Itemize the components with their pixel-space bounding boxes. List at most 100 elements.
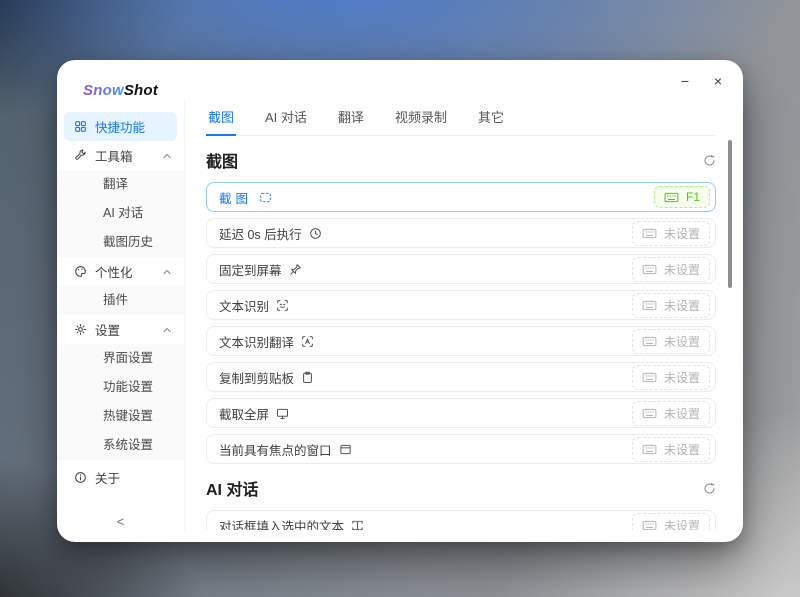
sidebar-item-quick-actions[interactable]: 快捷功能	[64, 112, 177, 141]
clock-icon	[309, 227, 322, 240]
refresh-icon[interactable]	[703, 154, 716, 167]
hotkey-row-fill-selected-text[interactable]: 对话框填入选中的文本 未设置	[206, 510, 716, 530]
sidebar-item-translate[interactable]: 翻译	[57, 170, 184, 199]
hotkey-badge-label: 未设置	[664, 297, 700, 314]
sidebar-item-personalize[interactable]: 个性化	[57, 257, 184, 286]
pin-icon	[289, 263, 302, 276]
app-logo: SnowShot	[57, 80, 184, 112]
tab-screenshot[interactable]: 截图	[206, 100, 236, 136]
minimize-button[interactable]: −	[677, 73, 693, 89]
tab-screen-record[interactable]: 视频录制	[393, 100, 449, 135]
hotkey-badge-label: 未设置	[664, 369, 700, 386]
hotkey-badge[interactable]: 未设置	[632, 401, 710, 426]
hotkey-badge-label: 未设置	[664, 405, 700, 422]
refresh-icon[interactable]	[703, 482, 716, 495]
hotkey-badge-label: 未设置	[664, 441, 700, 458]
hotkey-row-label: 文本识别翻译	[219, 332, 294, 351]
sidebar: SnowShot 快捷功能 工具箱 翻译 AI 对话 截图历史	[57, 60, 184, 542]
tab-ai-chat[interactable]: AI 对话	[263, 100, 309, 135]
hotkey-badge[interactable]: 未设置	[632, 293, 710, 318]
sidebar-collapse-button[interactable]: <	[57, 514, 184, 529]
keyboard-icon	[642, 336, 657, 347]
tab-other[interactable]: 其它	[476, 100, 506, 135]
hotkey-badge-label: 未设置	[664, 225, 700, 242]
monitor-icon	[276, 407, 289, 420]
sidebar-item-label: 快捷功能	[95, 117, 145, 136]
sidebar-item-label: 设置	[95, 320, 120, 339]
gear-icon	[74, 323, 87, 336]
hotkey-badge-label: 未设置	[664, 517, 700, 531]
keyboard-icon	[642, 408, 657, 419]
sidebar-item-label: 关于	[95, 468, 120, 487]
main-content: 截图 AI 对话 翻译 视频录制 其它 截图 截图	[184, 100, 743, 530]
app-window: − × SnowShot 快捷功能 工具箱 翻译 AI 对话 截图历史	[57, 60, 743, 542]
hotkey-row-label: 延迟 0s 后执行	[219, 224, 302, 243]
sidebar-item-ui-settings[interactable]: 界面设置	[57, 344, 184, 373]
toolbox-submenu: 翻译 AI 对话 截图历史	[57, 170, 184, 257]
close-button[interactable]: ×	[710, 73, 726, 89]
settings-submenu: 界面设置 功能设置 热键设置 系统设置	[57, 344, 184, 460]
sidebar-item-function-settings[interactable]: 功能设置	[57, 373, 184, 402]
window-icon	[339, 443, 352, 456]
theme-icon	[74, 265, 87, 278]
hotkey-badge[interactable]: 未设置	[632, 329, 710, 354]
hotkey-row-ocr-translate[interactable]: 文本识别翻译 未设置	[206, 326, 716, 356]
screenshot-icon	[259, 191, 272, 204]
hotkey-badge[interactable]: 未设置	[632, 365, 710, 390]
hotkey-row-delay[interactable]: 延迟 0s 后执行 未设置	[206, 218, 716, 248]
text-select-icon	[351, 519, 364, 531]
ocr-scan-icon	[276, 299, 289, 312]
hotkey-row-label: 截图	[219, 188, 252, 207]
chevron-up-icon[interactable]	[162, 325, 172, 335]
hotkey-badge[interactable]: 未设置	[632, 257, 710, 282]
window-controls: − ×	[677, 73, 726, 89]
section-title: 截图	[206, 148, 238, 172]
ocr-translate-icon	[301, 335, 314, 348]
keyboard-icon	[642, 444, 657, 455]
sidebar-item-label: 工具箱	[95, 146, 133, 165]
hotkey-row-pin-to-screen[interactable]: 固定到屏幕 未设置	[206, 254, 716, 284]
section-title: AI 对话	[206, 476, 258, 500]
logo-text-shot: Shot	[124, 82, 158, 99]
hotkey-badge-label: F1	[686, 190, 700, 204]
hotkey-row-focused-window[interactable]: 当前具有焦点的窗口 未设置	[206, 434, 716, 464]
scrollbar-thumb[interactable]	[728, 140, 732, 288]
clipboard-icon	[301, 371, 314, 384]
hotkey-row-label: 截取全屏	[219, 404, 269, 423]
hotkey-row-label: 固定到屏幕	[219, 260, 282, 279]
sidebar-item-toolbox[interactable]: 工具箱	[57, 141, 184, 170]
sidebar-item-plugins[interactable]: 插件	[57, 286, 184, 315]
hotkey-badge-label: 未设置	[664, 333, 700, 350]
hotkey-badge[interactable]: 未设置	[632, 221, 710, 246]
info-icon	[74, 471, 87, 484]
apps-icon	[74, 120, 87, 133]
tab-translate[interactable]: 翻译	[336, 100, 366, 135]
hotkey-row-copy-clipboard[interactable]: 复制到剪贴板 未设置	[206, 362, 716, 392]
hotkey-badge[interactable]: 未设置	[632, 513, 710, 531]
hotkey-row-screenshot[interactable]: 截图 F1	[206, 182, 716, 212]
section-header-screenshot: 截图	[206, 148, 716, 172]
sidebar-item-about[interactable]: 关于	[57, 463, 184, 492]
keyboard-icon	[664, 192, 679, 203]
sidebar-item-system-settings[interactable]: 系统设置	[57, 431, 184, 460]
logo-text-snow: Snow	[83, 82, 124, 99]
sidebar-item-ai-chat[interactable]: AI 对话	[57, 199, 184, 228]
sidebar-item-hotkey-settings[interactable]: 热键设置	[57, 402, 184, 431]
hotkey-row-label: 对话框填入选中的文本	[219, 516, 344, 531]
hotkey-row-fullscreen-capture[interactable]: 截取全屏 未设置	[206, 398, 716, 428]
hotkey-badge[interactable]: 未设置	[632, 437, 710, 462]
hotkey-row-label: 复制到剪贴板	[219, 368, 294, 387]
hotkey-badge[interactable]: F1	[654, 186, 710, 208]
sidebar-item-label: 个性化	[95, 262, 133, 281]
sidebar-item-settings[interactable]: 设置	[57, 315, 184, 344]
hotkey-row-ocr[interactable]: 文本识别 未设置	[206, 290, 716, 320]
hotkey-badge-label: 未设置	[664, 261, 700, 278]
tab-bar: 截图 AI 对话 翻译 视频录制 其它	[206, 100, 716, 136]
personalize-submenu: 插件	[57, 286, 184, 315]
hotkey-row-label: 文本识别	[219, 296, 269, 315]
chevron-up-icon[interactable]	[162, 151, 172, 161]
sidebar-item-screenshot-history[interactable]: 截图历史	[57, 228, 184, 257]
chevron-up-icon[interactable]	[162, 267, 172, 277]
keyboard-icon	[642, 372, 657, 383]
keyboard-icon	[642, 520, 657, 531]
